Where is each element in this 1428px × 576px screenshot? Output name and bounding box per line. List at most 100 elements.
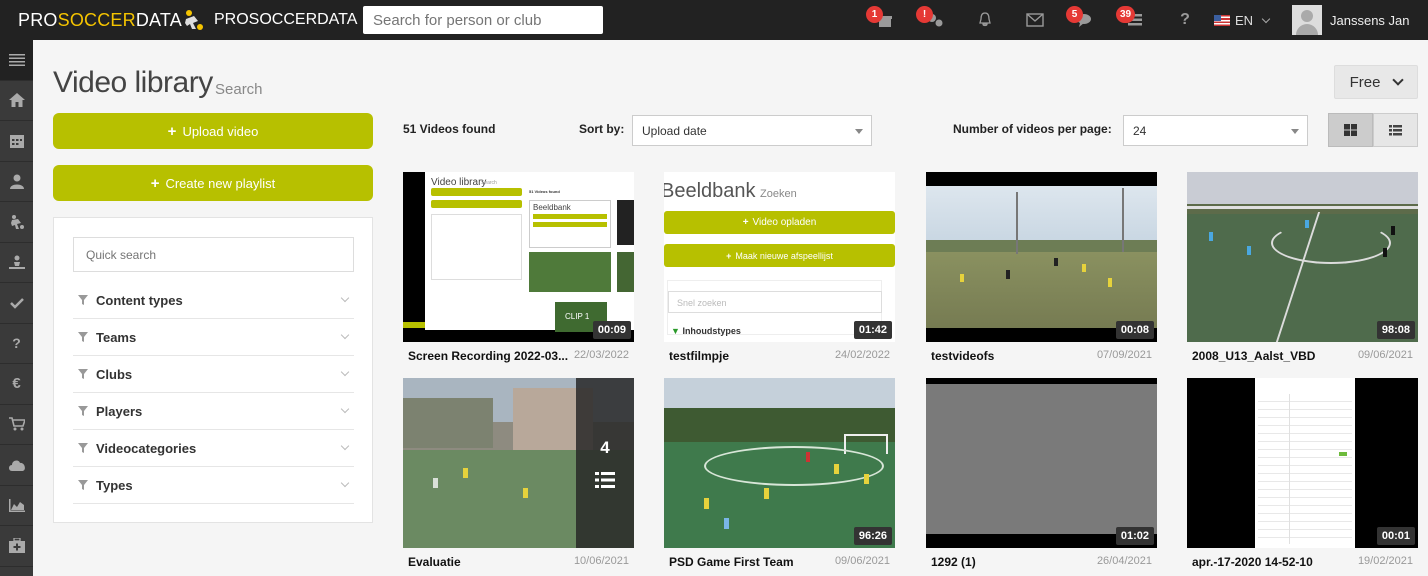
facet-clubs[interactable]: Clubs xyxy=(73,356,354,393)
video-duration: 01:42 xyxy=(853,321,892,339)
plan-dropdown[interactable]: Free xyxy=(1334,65,1418,99)
facet-teams[interactable]: Teams xyxy=(73,319,354,356)
sidebar-item-stats[interactable] xyxy=(0,486,33,526)
sort-select[interactable]: Upload date xyxy=(632,115,872,146)
euro-icon: € xyxy=(12,375,21,393)
filter-icon xyxy=(78,369,88,379)
video-card[interactable]: 00:01 apr.-17-2020 14-52-10 19/02/2021 xyxy=(1187,378,1418,569)
sidebar-item-players[interactable] xyxy=(0,243,33,283)
video-thumbnail[interactable]: 98:08 xyxy=(1187,172,1418,342)
video-card[interactable]: 96:26 PSD Game First Team 09/06/2021 xyxy=(664,378,895,569)
settings-button[interactable]: ! xyxy=(910,0,960,40)
video-title[interactable]: Evaluatie xyxy=(408,555,570,569)
video-thumbnail[interactable]: Video library Search 51 Videos found Bee… xyxy=(403,172,634,342)
filter-icon xyxy=(78,406,88,416)
sidebar-item-tasks[interactable] xyxy=(0,283,33,324)
video-thumbnail[interactable]: 96:26 xyxy=(664,378,895,548)
grid-view-button[interactable] xyxy=(1328,113,1373,147)
video-thumbnail[interactable]: 00:08 xyxy=(926,172,1157,342)
sidebar-item-people[interactable] xyxy=(0,162,33,202)
sidebar-item-shop[interactable] xyxy=(0,405,33,445)
cart-icon xyxy=(8,417,25,431)
notifications-button[interactable] xyxy=(960,0,1010,40)
video-duration: 00:09 xyxy=(592,321,631,339)
sidebar-item-medical[interactable] xyxy=(0,526,33,567)
thumb-mini-count: 51 Videos found xyxy=(529,189,560,194)
per-page-select[interactable]: 24 xyxy=(1123,115,1308,146)
playlist-icon xyxy=(595,472,615,488)
video-card[interactable]: 00:08 testvideofs 07/09/2021 xyxy=(926,172,1157,363)
per-page-label: Number of videos per page: xyxy=(953,122,1112,136)
list-view-button[interactable] xyxy=(1373,113,1418,147)
help-button[interactable]: ? xyxy=(1160,0,1210,40)
global-search-input[interactable] xyxy=(363,6,603,34)
settings-badge: ! xyxy=(916,6,933,23)
facet-content-types[interactable]: Content types xyxy=(73,282,354,319)
club-switcher[interactable]: PROSOCCERDATA xyxy=(180,7,360,33)
video-title[interactable]: Screen Recording 2022-03... xyxy=(408,349,570,363)
thumb-snel-zoeken: Snel zoeken xyxy=(668,291,882,313)
sidebar-item-menu[interactable] xyxy=(0,40,33,81)
bell-icon xyxy=(979,12,991,27)
chat-badge: 5 xyxy=(1066,6,1083,23)
page-subtitle: Search xyxy=(215,81,263,98)
video-title[interactable]: 1292 (1) xyxy=(931,555,1093,569)
video-date: 07/09/2021 xyxy=(1096,349,1152,361)
video-card[interactable]: 98:08 2008_U13_Aalst_VBD 09/06/2021 xyxy=(1187,172,1418,363)
video-card[interactable]: Video library Search 51 Videos found Bee… xyxy=(403,172,634,363)
thumb-inhoudstypes: Inhoudstypes xyxy=(682,326,741,336)
quick-search-input[interactable] xyxy=(73,237,354,272)
sidebar-item-home[interactable] xyxy=(0,81,33,121)
video-thumbnail[interactable]: 01:02 xyxy=(926,378,1157,548)
sidebar-item-cloud[interactable] xyxy=(0,445,33,486)
chevron-down-icon xyxy=(340,293,350,303)
sidebar-item-help[interactable]: ? xyxy=(0,324,33,364)
user-menu[interactable]: Janssens Jan xyxy=(1292,4,1410,36)
sidebar-item-soccer[interactable] xyxy=(0,202,33,243)
sidebar-item-calendar[interactable] xyxy=(0,121,33,162)
video-title[interactable]: apr.-17-2020 14-52-10 xyxy=(1192,555,1354,569)
video-duration: 98:08 xyxy=(1376,321,1415,339)
video-title[interactable]: testfilmpje xyxy=(669,349,831,363)
video-title[interactable]: PSD Game First Team xyxy=(669,555,831,569)
messages-button[interactable] xyxy=(1010,0,1060,40)
brand-logo[interactable]: PROSOCCERDATA xyxy=(18,10,182,31)
video-thumbnail[interactable]: 4 xyxy=(403,378,634,548)
chat-button[interactable]: 5 xyxy=(1060,0,1110,40)
create-playlist-button[interactable]: + Create new playlist xyxy=(53,165,373,201)
video-thumbnail[interactable]: 00:01 xyxy=(1187,378,1418,548)
tasks-button[interactable]: 39 xyxy=(1110,0,1160,40)
medkit-icon xyxy=(8,538,25,554)
video-card[interactable]: Beeldbank Zoeken + Video opladen + Maak ni… xyxy=(664,172,895,363)
dropdown-arrow-icon xyxy=(855,129,863,134)
sidebar-item-finance[interactable]: € xyxy=(0,364,33,405)
video-card[interactable]: 01:02 1292 (1) 26/04/2021 xyxy=(926,378,1157,569)
video-date: 24/02/2022 xyxy=(834,349,890,361)
person-icon xyxy=(9,174,24,189)
language-selector[interactable]: EN xyxy=(1214,0,1271,40)
thumb-mini-beeldbank: Beeldbank xyxy=(533,203,571,212)
cloud-icon xyxy=(8,460,25,471)
upload-video-button[interactable]: + Upload video xyxy=(53,113,373,149)
playlist-card[interactable]: 4 Evaluatie 10/06/2021 xyxy=(403,378,634,569)
video-date: 19/02/2021 xyxy=(1357,555,1413,567)
playlist-count: 4 xyxy=(600,438,610,457)
facet-videocategories[interactable]: Videocategories xyxy=(73,430,354,467)
filter-icon xyxy=(78,443,88,453)
page-title: Video library xyxy=(53,66,213,99)
avatar xyxy=(1292,5,1322,35)
chevron-down-icon xyxy=(340,330,350,340)
video-date: 22/03/2022 xyxy=(573,349,629,361)
gift-button[interactable]: 1 xyxy=(860,0,910,40)
video-thumbnail[interactable]: Beeldbank Zoeken + Video opladen + Maak ni… xyxy=(664,172,895,342)
facet-players[interactable]: Players xyxy=(73,393,354,430)
thumb-zoeken: Zoeken xyxy=(760,188,797,200)
facet-types[interactable]: Types xyxy=(73,467,354,504)
video-title[interactable]: 2008_U13_Aalst_VBD xyxy=(1192,349,1354,363)
chevron-down-icon xyxy=(340,478,350,488)
plus-icon: + xyxy=(150,174,160,192)
playlist-overlay: 4 xyxy=(576,378,634,548)
video-title[interactable]: testvideofs xyxy=(931,349,1093,363)
filter-icon xyxy=(78,332,88,342)
player-icon xyxy=(8,255,25,269)
